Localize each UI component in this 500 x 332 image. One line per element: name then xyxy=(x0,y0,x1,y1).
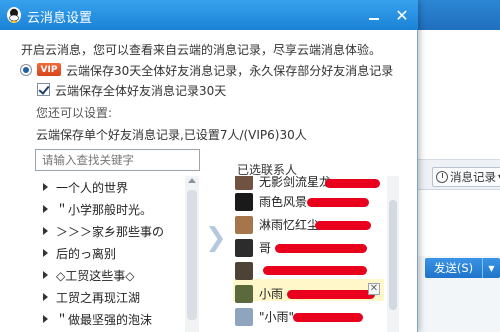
avatar xyxy=(235,307,253,326)
send-button[interactable]: 发送(S) xyxy=(425,258,482,278)
dialog-title: 云消息设置 xyxy=(27,11,93,26)
list-item[interactable]: 无影剑流星龙 xyxy=(233,176,383,190)
save-all-checkbox[interactable] xyxy=(37,83,50,96)
search-input[interactable] xyxy=(35,149,200,171)
selected-contacts-list: 无影剑流星龙 雨色风景 淋雨忆红尘 哥 小雨 "小雨" xyxy=(233,176,383,332)
minimize-icon xyxy=(369,18,379,20)
list-item-label: ＞＞＞家乡那些事の xyxy=(56,224,165,239)
background-bottom xyxy=(410,280,500,332)
expand-arrow-icon xyxy=(43,315,48,323)
list-item[interactable]: ◇工贸这些事◇ xyxy=(35,264,200,286)
contact-name: 哥 xyxy=(259,241,272,255)
expand-arrow-icon xyxy=(43,293,48,301)
cloud-message-settings-dialog: 云消息设置 ✕ 开启云消息，您可以查看来自云端的消息记录，尽享云端消息体验。 V… xyxy=(0,0,418,332)
list-item-label: 工贸之再现江湖 xyxy=(56,290,141,305)
list-item-label: 后的っ离别 xyxy=(56,246,117,261)
redaction-mark xyxy=(325,179,380,188)
expand-arrow-icon xyxy=(43,249,48,257)
scroll-up-icon[interactable] xyxy=(188,178,196,183)
close-icon: ✕ xyxy=(395,5,409,25)
remove-contact-icon[interactable]: ✕ xyxy=(368,283,380,295)
send-button-group: 发送(S) ▼ xyxy=(425,258,500,278)
vip-option-label[interactable]: 云端保存30天全体好友消息记录，永久保存部分好友消息记录 xyxy=(66,62,393,79)
selected-list-scroll-thumb[interactable] xyxy=(389,200,397,310)
list-item-label: ＂做最坚强的泡沫 xyxy=(56,312,153,327)
minimize-button[interactable] xyxy=(362,3,386,27)
status-line: 云端保存单个好友消息记录,已设置7人/(VIP6)30人 xyxy=(36,128,307,142)
list-item[interactable]: 小雨 xyxy=(233,282,383,305)
vip-radio-button[interactable] xyxy=(20,64,32,76)
contact-name: "小雨" xyxy=(259,310,295,324)
list-item[interactable]: 工贸之再现江湖 xyxy=(35,286,200,308)
contact-name: 淋雨忆红尘 xyxy=(259,218,320,232)
add-to-selected-arrow-icon[interactable]: ❯ xyxy=(205,224,227,252)
background-chat-area xyxy=(410,30,500,160)
avatar xyxy=(235,192,253,211)
list-item[interactable]: 淋雨忆红尘 xyxy=(233,213,383,236)
avatar xyxy=(235,284,253,303)
redaction-mark xyxy=(263,266,367,275)
redaction-mark xyxy=(307,198,369,207)
redaction-mark xyxy=(293,313,363,322)
clock-icon xyxy=(436,171,448,183)
list-item[interactable]: ＂做最坚强的泡沫 xyxy=(35,308,200,330)
friend-group-list: 一个人的世界 ＂小学那般时光。 ＞＞＞家乡那些事の 后的っ离别 ◇工贸这些事◇ … xyxy=(35,176,200,332)
message-history-button[interactable]: 消息记录 ▼ xyxy=(432,167,500,187)
redaction-mark xyxy=(287,290,375,299)
expand-arrow-icon xyxy=(43,271,48,279)
expand-arrow-icon xyxy=(43,183,48,191)
avatar xyxy=(235,176,253,190)
list-item[interactable] xyxy=(233,259,383,282)
contact-name: 雨色风景 xyxy=(259,195,308,209)
contact-name: 无影剑流星龙 xyxy=(259,176,332,189)
message-history-label: 消息记录 xyxy=(450,170,496,184)
contact-name: 小雨 xyxy=(259,287,284,301)
friend-list-scroll-thumb[interactable] xyxy=(187,190,197,320)
send-options-arrow[interactable]: ▼ xyxy=(482,258,500,278)
list-item-label: 一个人的世界 xyxy=(56,180,129,195)
title-bar[interactable]: 云消息设置 ✕ xyxy=(0,0,418,30)
list-item[interactable]: ＞＞＞家乡那些事の xyxy=(35,220,200,242)
background-input-area[interactable] xyxy=(410,190,500,256)
you-can-set-label: 您还可以设置: xyxy=(36,106,113,120)
expand-arrow-icon xyxy=(43,227,48,235)
avatar xyxy=(235,261,253,280)
list-item[interactable]: 后的っ离别 xyxy=(35,242,200,264)
list-item-label: ◇工贸这些事◇ xyxy=(56,268,135,283)
list-item[interactable]: "小雨" xyxy=(233,305,383,328)
expand-arrow-icon xyxy=(43,205,48,213)
redaction-mark xyxy=(315,221,371,230)
list-item[interactable]: 哥 xyxy=(233,236,383,259)
background-title-bar xyxy=(410,0,500,30)
list-item[interactable]: ＂小学那般时光。 xyxy=(35,198,200,220)
save-all-checkbox-label[interactable]: 云端保存全体好友消息记录30天 xyxy=(55,82,226,99)
intro-text: 开启云消息，您可以查看来自云端的消息记录，尽享云端消息体验。 xyxy=(21,43,382,57)
list-item[interactable]: 雨色风景 xyxy=(233,190,383,213)
list-item[interactable]: 一个人的世界 xyxy=(35,176,200,198)
vip-badge: VIP xyxy=(37,63,61,76)
avatar xyxy=(235,215,253,234)
cloud-message-icon xyxy=(7,7,21,23)
close-button[interactable]: ✕ xyxy=(390,3,414,27)
list-item-label: ＂小学那般时光。 xyxy=(56,202,153,217)
redaction-mark xyxy=(275,244,367,253)
avatar xyxy=(235,238,253,257)
